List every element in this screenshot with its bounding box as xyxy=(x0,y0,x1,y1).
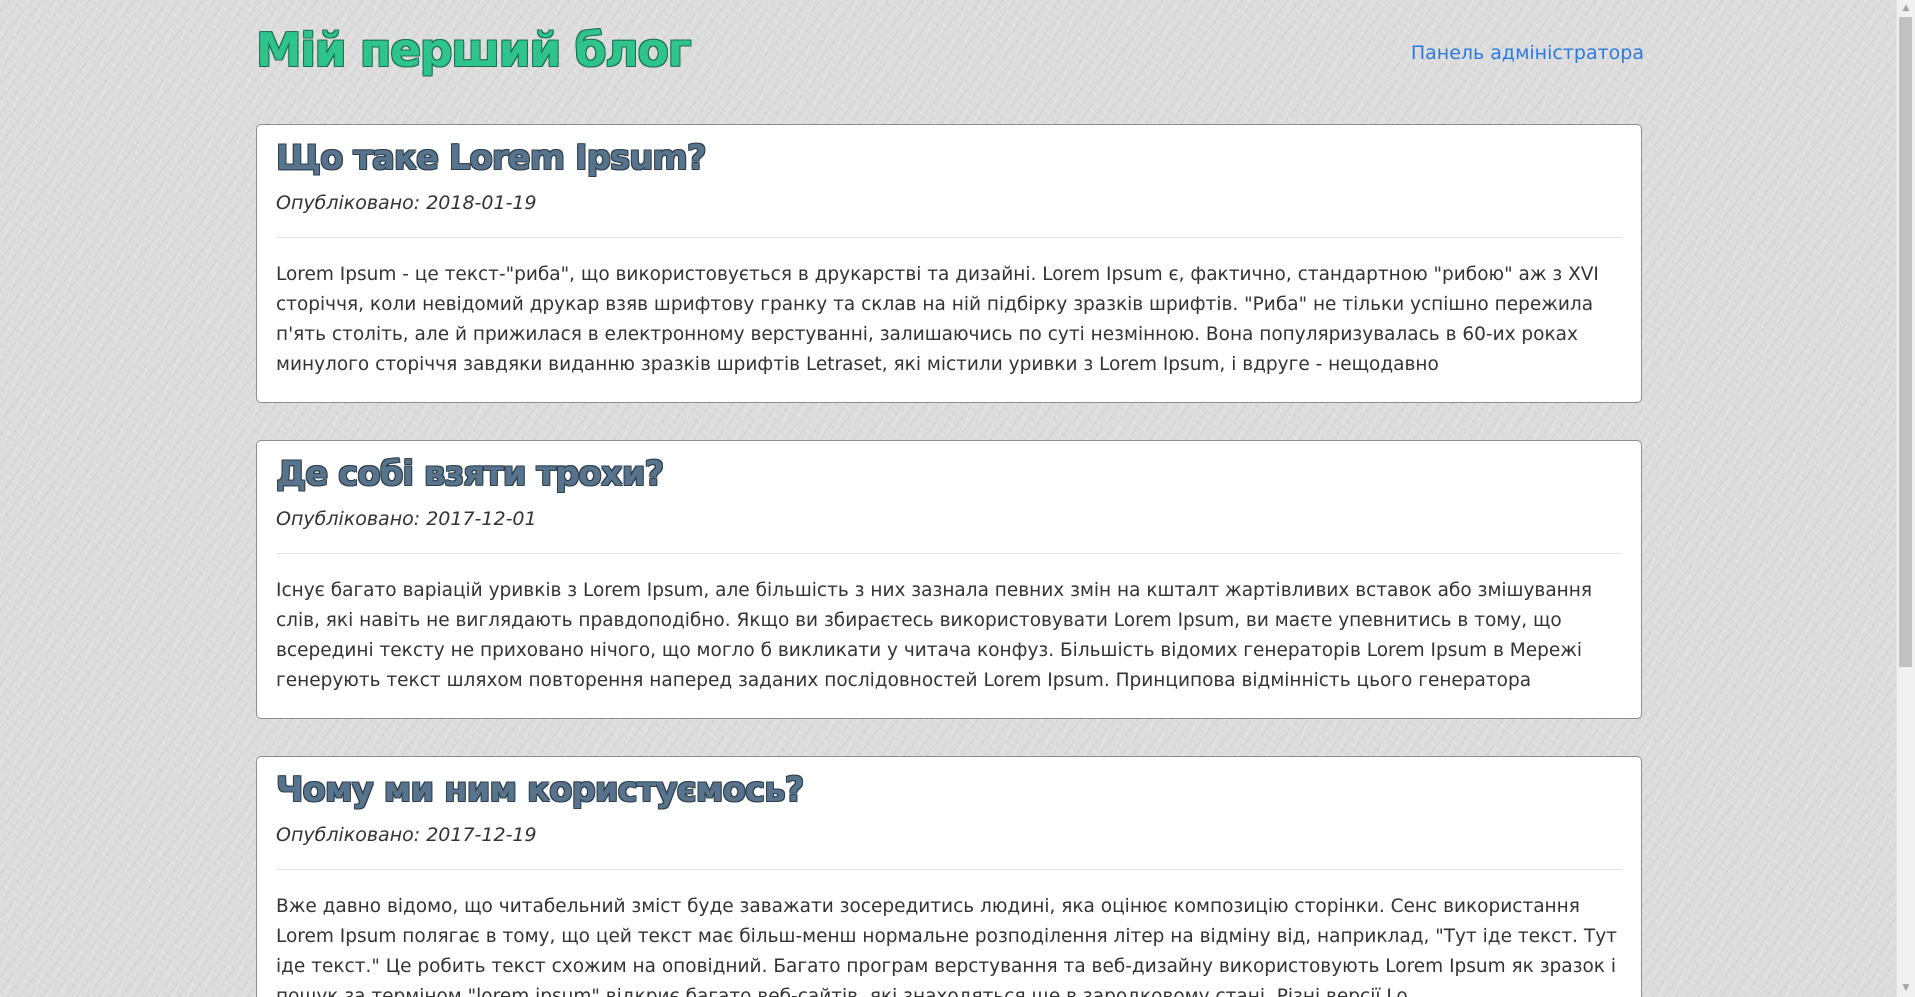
post-date: Опубліковано: 2018-01-19 xyxy=(276,192,537,214)
scrollbar-thumb[interactable] xyxy=(1899,17,1912,667)
post-divider xyxy=(276,553,1622,554)
post-card: Чому ми ним користуємось? Опубліковано: … xyxy=(256,756,1642,997)
post-date: Опубліковано: 2017-12-19 xyxy=(276,824,537,846)
site-title[interactable]: Мій перший блог xyxy=(256,18,691,82)
post-date: Опубліковано: 2017-12-01 xyxy=(276,508,537,530)
post-card: Де собі взяти трохи? Опубліковано: 2017-… xyxy=(256,440,1642,719)
scroll-up-arrow-icon[interactable]: ▲ xyxy=(1897,0,1915,17)
post-title[interactable]: Де собі взяти трохи? xyxy=(276,441,1622,499)
scroll-down-arrow-icon[interactable]: ▼ xyxy=(1897,980,1915,997)
page: Мій перший блог Панель адміністратора Що… xyxy=(0,0,1896,997)
post-card: Що таке Lorem Ipsum? Опубліковано: 2018-… xyxy=(256,124,1642,403)
admin-panel-link[interactable]: Панель адміністратора xyxy=(1411,42,1644,64)
vertical-scrollbar[interactable]: ▲ ▼ xyxy=(1896,0,1915,997)
post-body: Вже давно відомо, що читабельний зміст б… xyxy=(276,896,1617,997)
post-title[interactable]: Чому ми ним користуємось? xyxy=(276,757,1622,815)
post-body: Lorem Ipsum - це текст-"риба", що викори… xyxy=(276,264,1599,375)
post-body: Існує багато варіацій уривків з Lorem Ip… xyxy=(276,580,1592,691)
post-divider xyxy=(276,869,1622,870)
post-title[interactable]: Що таке Lorem Ipsum? xyxy=(276,125,1622,183)
content-container: Мій перший блог Панель адміністратора Що… xyxy=(256,0,1644,997)
post-divider xyxy=(276,237,1622,238)
site-header: Мій перший блог Панель адміністратора xyxy=(256,0,1644,124)
